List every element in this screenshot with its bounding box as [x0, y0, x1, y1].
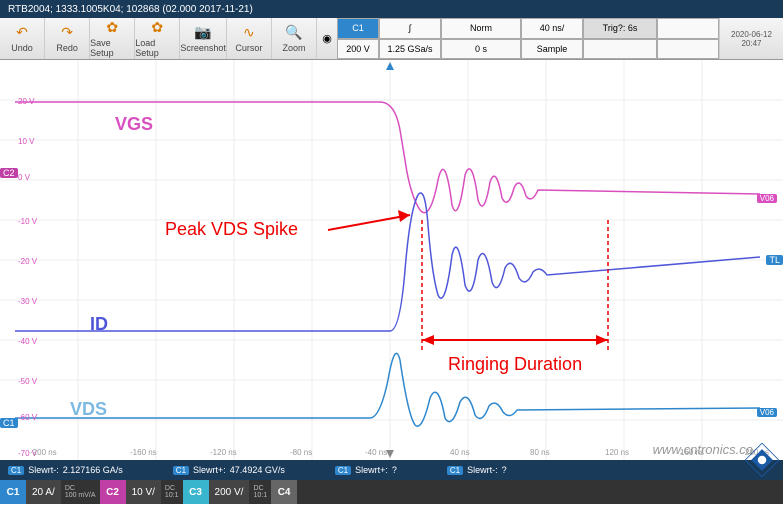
svg-text:-160 ns: -160 ns: [130, 448, 157, 457]
save-setup-button[interactable]: ✿Save Setup: [90, 18, 135, 59]
vds-label: VDS: [70, 399, 107, 419]
save-icon: ✿: [106, 19, 118, 36]
meas-4[interactable]: C1Slewrt-: ?: [447, 465, 507, 475]
trig-level[interactable]: 200 V: [337, 39, 379, 60]
svg-text:-120 ns: -120 ns: [210, 448, 237, 457]
meas-1[interactable]: C1Slewrt-: 2.127166 GA/s: [8, 465, 123, 475]
svg-text:-40 V: -40 V: [18, 337, 38, 346]
redo-icon: ↷: [61, 24, 73, 41]
svg-text:-40 ns: -40 ns: [365, 448, 387, 457]
vgs-label: VGS: [115, 114, 153, 134]
status-grid: C1 ∫ Norm 40 ns/ Trig?: 6s 200 V 1.25 GS…: [337, 18, 719, 59]
trig-edge[interactable]: ∫: [379, 18, 441, 39]
undo-icon: ↶: [16, 24, 28, 41]
meas-3[interactable]: C1Slewrt+: ?: [335, 465, 397, 475]
svg-text:80 ns: 80 ns: [530, 448, 550, 457]
edge-icon: ∫: [409, 23, 411, 33]
trig-source[interactable]: C1: [337, 18, 379, 39]
svg-text:10 V: 10 V: [18, 137, 35, 146]
svg-text:40 ns: 40 ns: [450, 448, 470, 457]
screenshot-button[interactable]: 📷Screenshot: [180, 18, 227, 59]
channel-3[interactable]: C3 200 V/ DC10:1: [183, 480, 272, 504]
zoom-icon: 🔍: [285, 24, 302, 41]
tl-marker: TL: [766, 255, 783, 265]
svg-text:-60 V: -60 V: [18, 413, 38, 422]
peak-vds-annotation: Peak VDS Spike: [165, 219, 298, 239]
channel-4[interactable]: C4: [271, 480, 297, 504]
channels-bar: C1 20 A/ DC100 mV/A C2 10 V/ DC10:1 C3 2…: [0, 480, 783, 504]
timebase[interactable]: 40 ns/: [521, 18, 583, 39]
acq-mode[interactable]: Norm: [441, 18, 521, 39]
watermark: www.cntronics.co: [653, 442, 753, 457]
waveform-display[interactable]: C2 C1 TL V06 V06 VGS ID VDS Peak: [0, 60, 783, 460]
title-bar: RTB2004; 1333.1005K04; 102868 (02.000 20…: [0, 0, 783, 18]
trig-status: Trig?: 6s: [583, 18, 657, 39]
channel-2[interactable]: C2 10 V/ DC10:1: [100, 480, 183, 504]
c2-marker[interactable]: C2: [0, 168, 18, 178]
rs-logo-icon: [745, 443, 779, 477]
h-position[interactable]: 0 s: [441, 39, 521, 60]
meas-2[interactable]: C1Slewrt+: 47.4924 GV/s: [173, 465, 285, 475]
sample-rate: 1.25 GSa/s: [379, 39, 441, 60]
id-trace: [15, 193, 760, 331]
v06-marker-b: V06: [757, 408, 777, 417]
cursor-icon: ∿: [243, 24, 255, 41]
acq-type[interactable]: Sample: [521, 39, 583, 60]
vds-trace: [15, 353, 760, 426]
svg-text:-20 V: -20 V: [18, 257, 38, 266]
scope-svg: VGS ID VDS Peak VDS Spike Ringing Durati…: [0, 60, 783, 460]
svg-text:120 ns: 120 ns: [605, 448, 629, 457]
title-text: RTB2004; 1333.1005K04; 102868 (02.000 20…: [8, 4, 253, 15]
toolbar: ↶Undo ↷Redo ✿Save Setup ✿Load Setup 📷Scr…: [0, 18, 783, 60]
load-setup-button[interactable]: ✿Load Setup: [135, 18, 180, 59]
svg-text:-30 V: -30 V: [18, 297, 38, 306]
svg-text:-80 ns: -80 ns: [290, 448, 312, 457]
v06-marker-a: V06: [757, 194, 777, 203]
trigger-ring-icon: ◉: [317, 18, 337, 59]
c1-marker[interactable]: C1: [0, 418, 18, 428]
measurements-bar: C1Slewrt-: 2.127166 GA/s C1Slewrt+: 47.4…: [0, 460, 783, 480]
camera-icon: 📷: [194, 24, 211, 41]
id-label: ID: [90, 314, 108, 334]
channel-1[interactable]: C1 20 A/ DC100 mV/A: [0, 480, 100, 504]
ringing-annotation: Ringing Duration: [448, 354, 582, 374]
load-icon: ✿: [151, 19, 163, 36]
cursor-button[interactable]: ∿Cursor: [227, 18, 272, 59]
svg-text:-50 V: -50 V: [18, 377, 38, 386]
zoom-button[interactable]: 🔍Zoom: [272, 18, 317, 59]
redo-button[interactable]: ↷Redo: [45, 18, 90, 59]
svg-text:0 V: 0 V: [18, 173, 31, 182]
svg-text:-10 V: -10 V: [18, 217, 38, 226]
svg-text:-200 ns: -200 ns: [30, 448, 57, 457]
datetime: 2020-06-12 20:47: [719, 18, 783, 59]
undo-button[interactable]: ↶Undo: [0, 18, 45, 59]
svg-text:20 V: 20 V: [18, 97, 35, 106]
